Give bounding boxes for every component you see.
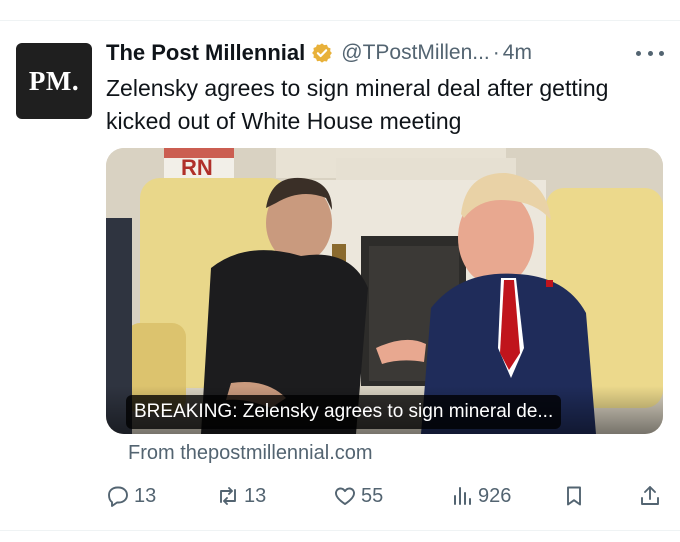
bookmark-button[interactable] (562, 484, 590, 508)
heart-icon (335, 487, 355, 505)
tweet-header: The Post Millennial @TPostMillen... · 4m (106, 38, 532, 68)
bottom-divider (0, 530, 680, 531)
avatar[interactable]: PM. (16, 43, 92, 119)
tweet-text: Zelensky agrees to sign mineral deal aft… (106, 75, 609, 134)
like-count: 55 (361, 484, 384, 507)
views-icon (454, 487, 471, 505)
reply-count: 13 (134, 484, 157, 507)
more-icon[interactable] (636, 42, 664, 64)
views-count: 926 (478, 484, 512, 507)
separator-dot: · (492, 41, 500, 64)
share-icon (641, 486, 659, 505)
link-source[interactable]: From thepostmillennial.com (128, 442, 373, 465)
media-video[interactable]: RN BREAKING: Zelensky agrees to sign min… (106, 148, 663, 434)
like-button[interactable]: 55 (333, 484, 383, 508)
top-divider (0, 20, 680, 21)
verified-badge-icon[interactable] (311, 42, 333, 64)
reply-icon (108, 486, 128, 507)
bookmark-icon (567, 486, 581, 506)
timestamp[interactable]: 4m (503, 41, 532, 65)
action-bar: 13 13 55 926 (0, 478, 680, 516)
repost-button[interactable]: 13 (216, 484, 266, 508)
repost-icon (220, 487, 236, 505)
repost-count: 13 (244, 484, 267, 507)
reply-button[interactable]: 13 (106, 484, 156, 508)
user-handle[interactable]: @TPostMillen... (341, 41, 490, 65)
flag-text: RN (181, 155, 213, 180)
avatar-logo-text: PM. (28, 65, 80, 96)
media-caption: BREAKING: Zelensky agrees to sign minera… (126, 395, 562, 429)
views-button[interactable]: 926 (450, 484, 511, 508)
share-button[interactable] (638, 484, 666, 508)
display-name[interactable]: The Post Millennial (106, 40, 305, 66)
